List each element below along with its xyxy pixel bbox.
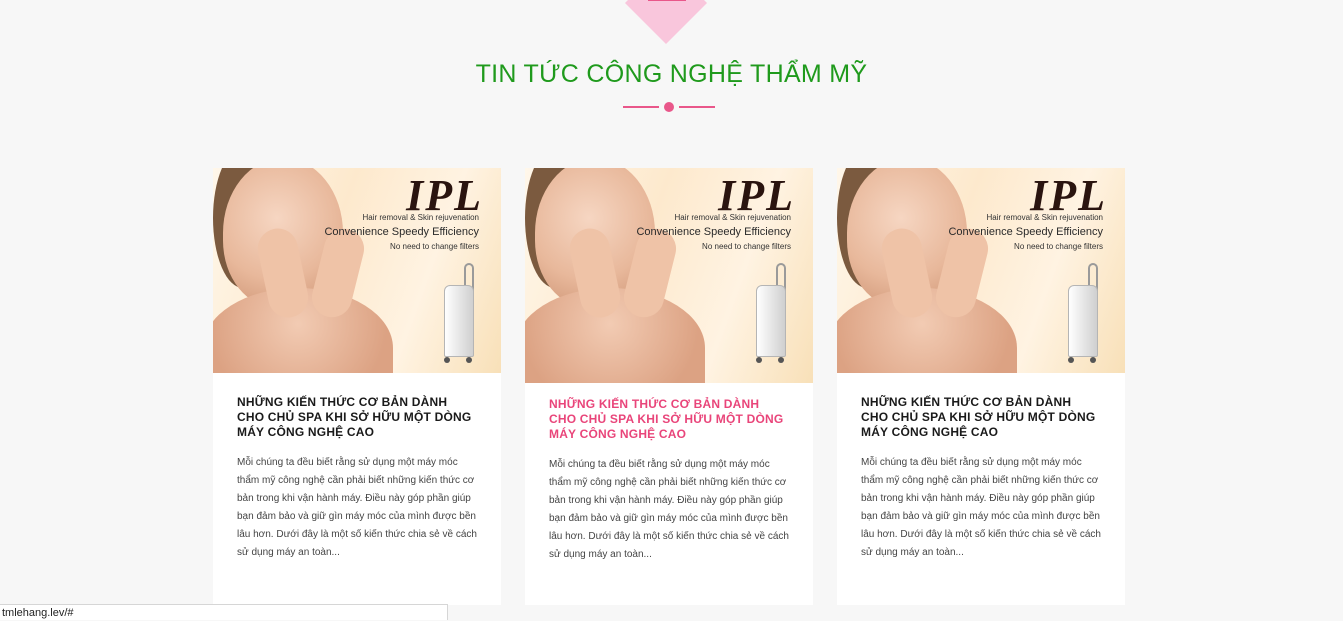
news-card-excerpt: Mỗi chúng ta đều biết rằng sử dụng một m… <box>237 457 477 558</box>
machine-wheel <box>1068 357 1074 363</box>
machine-wheel <box>778 357 784 363</box>
news-card-title[interactable]: NHỮNG KIẾN THỨC CƠ BẢN DÀNH CHO CHỦ SPA … <box>861 395 1101 440</box>
ipl-machine-illustration <box>434 263 479 363</box>
ipl-note: No need to change filters <box>1014 242 1103 251</box>
news-card-excerpt: Mỗi chúng ta đều biết rằng sử dụng một m… <box>861 457 1101 558</box>
machine-wheel <box>466 357 472 363</box>
section-title: TIN TỨC CÔNG NGHỆ THẨM MỸ <box>475 60 868 88</box>
ipl-tagline: Convenience Speedy Efficiency <box>324 226 479 238</box>
ipl-subtitle: Hair removal & Skin rejuvenation <box>362 213 480 222</box>
news-card-excerpt: Mỗi chúng ta đều biết rằng sử dụng một m… <box>549 459 789 560</box>
ipl-tagline: Convenience Speedy Efficiency <box>948 226 1103 238</box>
news-card[interactable]: IPL Hair removal & Skin rejuvenation Con… <box>525 168 813 605</box>
news-card-body: NHỮNG KIẾN THỨC CƠ BẢN DÀNH CHO CHỦ SPA … <box>525 383 813 564</box>
browser-status-bar: tmlehang.lev/# <box>0 604 448 620</box>
divider-dot <box>664 102 674 112</box>
ipl-tagline: Convenience Speedy Efficiency <box>636 226 791 238</box>
divider-line-left <box>623 106 659 108</box>
machine-body <box>1068 285 1098 357</box>
ipl-note: No need to change filters <box>702 242 791 251</box>
news-card-body: NHỮNG KIẾN THỨC CƠ BẢN DÀNH CHO CHỦ SPA … <box>837 373 1125 562</box>
title-divider <box>623 102 715 112</box>
top-diamond-decoration <box>624 0 708 45</box>
news-card-title[interactable]: NHỮNG KIẾN THỨC CƠ BẢN DÀNH CHO CHỦ SPA … <box>549 397 789 442</box>
news-card-image[interactable]: IPL Hair removal & Skin rejuvenation Con… <box>213 168 501 373</box>
ipl-subtitle: Hair removal & Skin rejuvenation <box>986 213 1104 222</box>
ipl-subtitle: Hair removal & Skin rejuvenation <box>674 213 792 222</box>
news-card-image[interactable]: IPL Hair removal & Skin rejuvenation Con… <box>837 168 1125 373</box>
divider-line-right <box>679 106 715 108</box>
news-card[interactable]: IPL Hair removal & Skin rejuvenation Con… <box>837 168 1125 605</box>
machine-body <box>756 285 786 357</box>
ipl-note: No need to change filters <box>390 242 479 251</box>
top-diamond-line <box>648 0 686 1</box>
news-card[interactable]: IPL Hair removal & Skin rejuvenation Con… <box>213 168 501 605</box>
machine-wheel <box>444 357 450 363</box>
machine-wheel <box>1090 357 1096 363</box>
machine-wheel <box>756 357 762 363</box>
news-card-body: NHỮNG KIẾN THỨC CƠ BẢN DÀNH CHO CHỦ SPA … <box>213 373 501 562</box>
news-card-image[interactable]: IPL Hair removal & Skin rejuvenation Con… <box>525 168 813 383</box>
news-card-title[interactable]: NHỮNG KIẾN THỨC CƠ BẢN DÀNH CHO CHỦ SPA … <box>237 395 477 440</box>
ipl-machine-illustration <box>1058 263 1103 363</box>
ipl-machine-illustration <box>746 263 791 363</box>
machine-body <box>444 285 474 357</box>
